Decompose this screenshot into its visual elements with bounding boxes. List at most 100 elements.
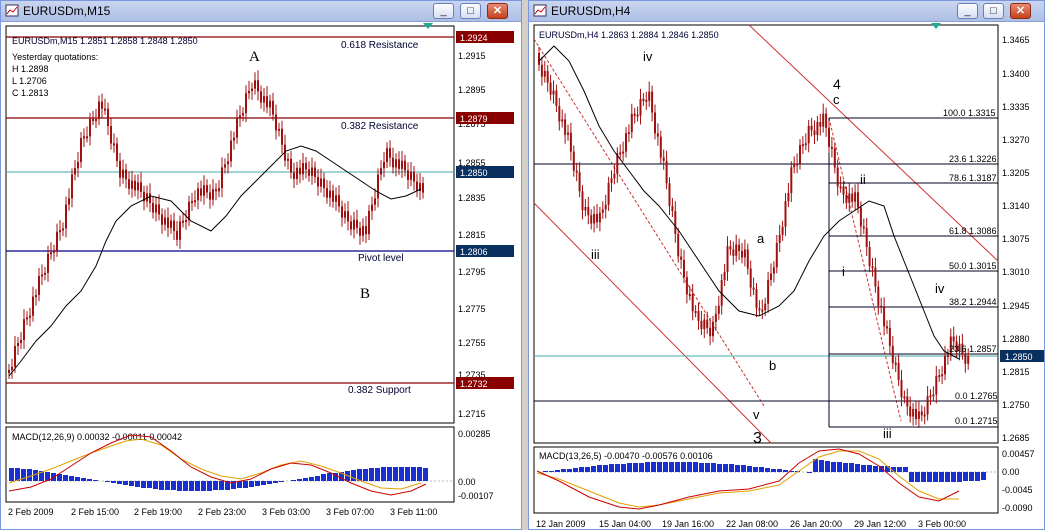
macd-bar bbox=[735, 465, 740, 472]
macd-bar bbox=[663, 462, 668, 472]
macd-bar bbox=[741, 465, 746, 472]
svg-text:1.2879: 1.2879 bbox=[460, 114, 488, 124]
close-button[interactable]: ✕ bbox=[1010, 3, 1031, 19]
candle-body bbox=[543, 70, 546, 77]
macd-bar bbox=[279, 481, 284, 482]
svg-text:1.2850: 1.2850 bbox=[460, 168, 488, 178]
macd-bar bbox=[927, 472, 932, 482]
candle-body bbox=[941, 374, 944, 377]
macd-bar bbox=[609, 464, 614, 472]
title-bar[interactable]: EURUSDm,M15 _ □ ✕ bbox=[1, 1, 521, 22]
candle-body bbox=[828, 127, 830, 147]
macd-bar bbox=[777, 469, 782, 472]
res382-label: 0.382 Resistance bbox=[341, 121, 419, 132]
candle-body bbox=[743, 249, 746, 258]
candle-body bbox=[128, 179, 130, 189]
candle-body bbox=[314, 167, 316, 178]
candle-body bbox=[862, 226, 865, 229]
candle-body bbox=[909, 406, 912, 417]
candle-body bbox=[329, 190, 331, 198]
candle-body bbox=[807, 125, 810, 144]
candle-body bbox=[287, 158, 289, 161]
candle-body bbox=[561, 119, 564, 122]
svg-text:100.0 1.3315: 100.0 1.3315 bbox=[943, 108, 996, 118]
macd-axis: 0.00457 0.00 -0.0045 -0.0090 bbox=[1002, 449, 1035, 513]
h4-chart: EURUSDm,H4 1.2863 1.2884 1.2846 1.2850 i… bbox=[533, 23, 1044, 529]
candle-body bbox=[772, 267, 775, 274]
candle-body bbox=[598, 212, 601, 223]
minimize-button[interactable]: _ bbox=[433, 3, 454, 19]
candle-body bbox=[819, 122, 822, 127]
candle-body bbox=[182, 220, 184, 223]
candle-body bbox=[179, 221, 181, 240]
candle-body bbox=[622, 151, 625, 154]
res618-label: 0.618 Resistance bbox=[341, 40, 419, 51]
macd-bar bbox=[147, 481, 152, 488]
candle-body bbox=[604, 204, 607, 210]
svg-text:1.2815: 1.2815 bbox=[458, 230, 486, 240]
candle-body bbox=[712, 321, 714, 337]
chart-info-text: EURUSDm,H4 1.2863 1.2884 1.2846 1.2850 bbox=[539, 30, 719, 40]
yesterday-high: H 1.2898 bbox=[12, 64, 49, 74]
candle-body bbox=[293, 172, 295, 179]
candle-body bbox=[677, 233, 680, 257]
chart-info-text: EURUSDm,M15 1.2851 1.2858 1.2848 1.2850 bbox=[12, 36, 198, 46]
close-button[interactable]: ✕ bbox=[487, 3, 508, 19]
macd-bar bbox=[729, 464, 734, 472]
candle-body bbox=[260, 91, 262, 103]
candle-body bbox=[365, 226, 367, 235]
candle-body bbox=[83, 136, 85, 139]
candle-body bbox=[851, 193, 854, 202]
candle-body bbox=[107, 108, 109, 127]
candle-body bbox=[778, 234, 781, 243]
svg-text:0.0 1.2765: 0.0 1.2765 bbox=[955, 391, 998, 401]
candle-body bbox=[880, 305, 883, 308]
candle-body bbox=[857, 192, 859, 208]
maximize-button[interactable]: □ bbox=[983, 3, 1004, 19]
wave-iii-left: iii bbox=[591, 247, 600, 262]
candle-body bbox=[77, 161, 79, 169]
macd-bar bbox=[255, 481, 260, 486]
candle-body bbox=[386, 148, 388, 163]
candle-body bbox=[799, 145, 801, 164]
candle-body bbox=[173, 220, 175, 231]
candle-body bbox=[71, 174, 73, 199]
title-bar[interactable]: EURUSDm,H4 _ □ ✕ bbox=[529, 1, 1044, 22]
svg-text:50.0 1.3015: 50.0 1.3015 bbox=[949, 261, 997, 271]
candle-body bbox=[569, 132, 572, 152]
minimize-button[interactable]: _ bbox=[957, 3, 978, 19]
candle-body bbox=[758, 308, 761, 311]
candle-body bbox=[281, 128, 283, 145]
candle-body bbox=[140, 182, 142, 192]
candle-body bbox=[749, 268, 752, 288]
candle-body bbox=[335, 195, 337, 202]
label-a: A bbox=[249, 49, 260, 65]
candle-body bbox=[964, 353, 967, 364]
wave-iv-right: iv bbox=[935, 281, 945, 296]
candle-body bbox=[572, 151, 575, 171]
candle-body bbox=[888, 327, 891, 346]
chart-window-h4[interactable]: EURUSDm,H4 _ □ ✕ EURUSDm,H4 1.2863 1.288… bbox=[528, 0, 1045, 530]
macd-bar bbox=[171, 481, 176, 490]
candle-body bbox=[410, 171, 412, 180]
svg-text:3 Feb 11:00: 3 Feb 11:00 bbox=[390, 507, 437, 517]
macd-bar bbox=[543, 471, 548, 472]
macd-bar bbox=[159, 481, 164, 490]
macd-bar bbox=[393, 467, 398, 481]
candle-body bbox=[113, 143, 115, 146]
maximize-button[interactable]: □ bbox=[460, 3, 481, 19]
candle-body bbox=[738, 244, 741, 251]
candle-body bbox=[915, 408, 917, 419]
svg-text:1.2880: 1.2880 bbox=[1002, 334, 1030, 344]
macd-bar bbox=[351, 470, 356, 481]
chart-window-m15[interactable]: EURUSDm,M15 _ □ ✕ EURUSDm,M15 1.2851 1.2… bbox=[0, 0, 522, 530]
wave-b: b bbox=[769, 358, 776, 373]
macd-bar bbox=[723, 464, 728, 472]
candle-body bbox=[793, 164, 796, 168]
macd-bar bbox=[585, 467, 590, 472]
candle-body bbox=[251, 88, 253, 91]
candle-body bbox=[236, 117, 238, 138]
macd-bar bbox=[969, 472, 974, 481]
svg-text:1.3010: 1.3010 bbox=[1002, 267, 1030, 277]
candle-body bbox=[296, 167, 298, 179]
